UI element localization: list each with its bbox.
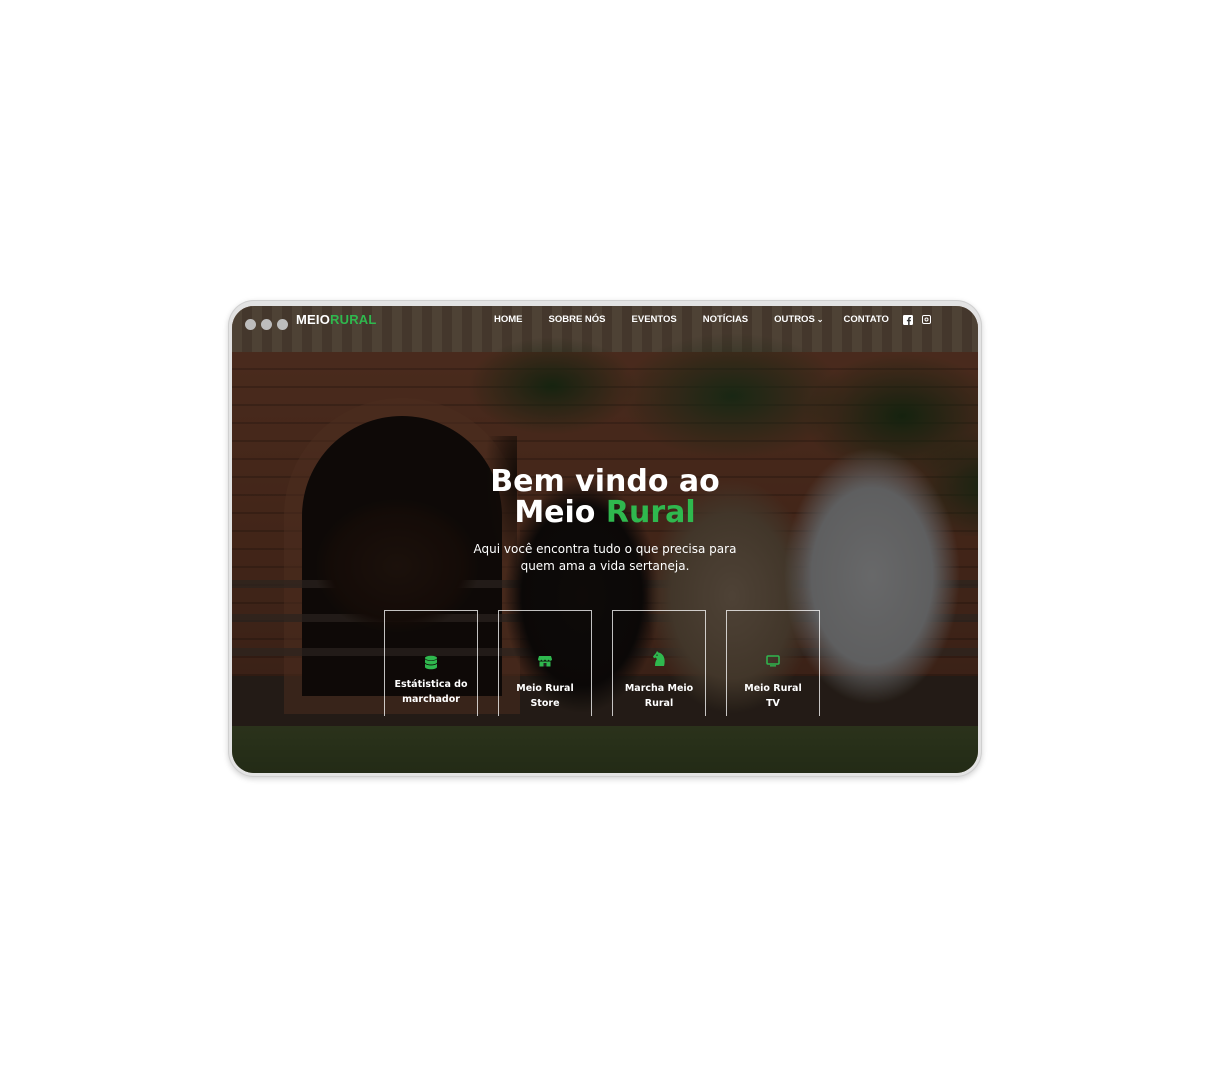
instagram-icon[interactable] [921,315,931,324]
nav-home[interactable]: HOME [494,314,523,325]
window-dot-3[interactable] [277,319,288,330]
tv-icon [727,655,819,667]
card-tv[interactable]: Meio Rural TV [726,610,820,716]
hero-title-rural: Rural [605,495,696,530]
hero-title-meio: Meio [514,495,596,530]
nav-noticias[interactable]: NOTÍCIAS [703,314,748,325]
card-tv-label: Meio Rural TV [733,681,813,711]
device-frame: MEIORURAL HOME SOBRE NÓS EVENTOS NOTÍCIA… [228,300,982,777]
card-store-label-line1: Meio Rural [516,683,574,694]
nav-sobre-nos[interactable]: SOBRE NÓS [549,314,606,325]
nav-outros[interactable]: OUTROS ⌄ [774,314,823,325]
browser-screen: MEIORURAL HOME SOBRE NÓS EVENTOS NOTÍCIA… [232,306,978,773]
card-marcha-label-line2: Rural [644,698,674,709]
database-icon [385,655,477,671]
card-estatistica-label-line1: Estátistica do [394,679,468,690]
hero-title-line2: Meio Rural [232,497,978,528]
card-estatistica[interactable]: Estátistica do marchador [384,610,478,716]
card-estatistica-label: Estátistica do marchador [391,677,471,707]
card-estatistica-label-line2: marchador [402,694,460,705]
card-tv-label-line1: Meio Rural [744,683,802,694]
feature-cards: Estátistica do marchador Meio Rural Stor… [384,610,820,716]
logo-text-meio: MEIO [296,312,331,327]
card-tv-label-line2: TV [766,698,780,709]
hero-subtitle: Aqui você encontra tudo o que precisa pa… [232,541,978,575]
horse-head-icon [613,651,705,667]
chevron-down-icon: ⌄ [816,315,824,324]
hero-title: Bem vindo ao Meio Rural [232,466,978,528]
nav-eventos[interactable]: EVENTOS [632,314,677,325]
window-dot-2[interactable] [261,319,272,330]
card-store[interactable]: Meio Rural Store [498,610,592,716]
card-store-label: Meio Rural Store [505,681,585,711]
hero-subtitle-line1: Aqui você encontra tudo o que precisa pa… [473,542,737,556]
facebook-icon[interactable] [902,314,913,325]
main-nav: HOME SOBRE NÓS EVENTOS NOTÍCIAS OUTROS ⌄ … [494,314,940,325]
card-marcha-label-line1: Marcha Meio [624,683,694,694]
card-marcha[interactable]: Marcha Meio Rural [612,610,706,716]
card-marcha-label: Marcha Meio Rural [619,681,699,711]
card-store-label-line2: Store [530,698,560,709]
window-dot-1[interactable] [245,319,256,330]
hero-title-line1: Bem vindo ao [490,464,720,499]
logo-text-rural: RURAL [330,312,377,327]
window-controls [245,319,288,330]
hero-subtitle-line2: quem ama a vida sertaneja. [520,559,690,573]
store-icon [499,655,591,667]
nav-outros-label: OUTROS [774,314,815,325]
nav-contato[interactable]: CONTATO [843,314,888,325]
site-logo[interactable]: MEIORURAL [296,312,377,327]
